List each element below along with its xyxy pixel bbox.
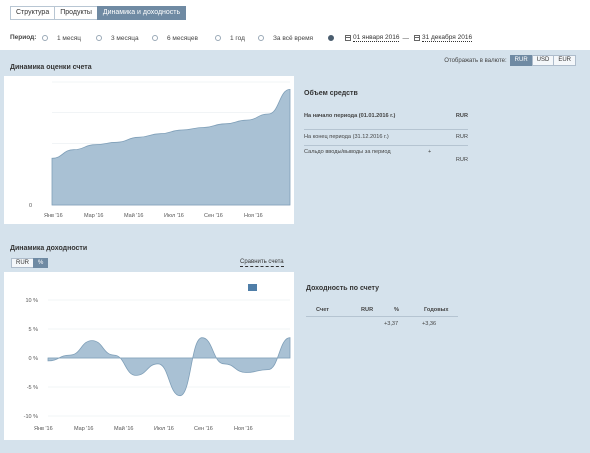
calendar-icon[interactable]	[345, 35, 351, 41]
yield-col-rur: RUR	[361, 307, 374, 313]
period-option-1-month[interactable]: 1 месяц	[42, 33, 81, 43]
radio-icon[interactable]	[152, 35, 158, 41]
value-month-label: Июл '16	[164, 213, 184, 219]
assets-row-start: На начало периода (01.01.2016 г.) RUR	[304, 113, 468, 119]
tab-structure[interactable]: Структура	[10, 6, 56, 20]
value-chart-title: Динамика оценки счета	[10, 64, 92, 71]
period-option-1-year[interactable]: 1 год	[215, 33, 245, 43]
yield-col-annual: Годовых	[424, 307, 449, 313]
yield-month-label: Июл '16	[154, 426, 174, 432]
yield-col-percent: %	[394, 307, 399, 313]
yield-chart: 10 % 5 % 0 % -5 % -10 % Янв '16 Мар '16 Май '1…	[4, 272, 294, 440]
yield-chart-svg: 10 % 5 % 0 % -5 % -10 % Янв '16 Мар '16 Май '1…	[24, 284, 291, 432]
date-range: 01 января 2016 — 31 декабря 2016	[343, 34, 473, 42]
period-selector: Период: 1 месяц 3 месяца 6 месяцев 1 год…	[10, 33, 490, 43]
yield-y-tick-label: 10 %	[25, 298, 38, 304]
value-month-label: Янв '16	[44, 213, 63, 219]
value-month-label: Ноя '16	[244, 213, 263, 219]
radio-icon[interactable]	[215, 35, 221, 41]
legend-swatch	[248, 284, 257, 291]
tab-dynamics-yield[interactable]: Динамика и доходность	[96, 6, 187, 20]
value-month-label: Сен '16	[204, 213, 223, 219]
date-to-link[interactable]: 31 декабря 2016	[421, 34, 473, 42]
yield-month-label: Ноя '16	[234, 426, 253, 432]
assets-row-end: На конец периода (31.12.2016 г.) RUR	[304, 134, 468, 140]
yield-y-tick-label: -10 %	[24, 414, 38, 420]
yield-y-tick-label: 5 %	[29, 327, 39, 333]
divider	[304, 145, 468, 146]
value-month-label: Мар '16	[84, 213, 103, 219]
tab-bar: Структура Продукты Динамика и доходность	[10, 6, 187, 20]
yield-table-title: Доходность по счету	[306, 285, 380, 292]
currency-switch: Отображать в валюте: RUR USD EUR	[444, 55, 576, 66]
yield-rur-button[interactable]: RUR	[11, 258, 34, 268]
yield-col-account: Счет	[316, 307, 329, 313]
yield-unit-toggle: RUR %	[11, 258, 49, 268]
assets-title: Объем средств	[304, 90, 358, 97]
date-from-link[interactable]: 01 января 2016	[353, 34, 400, 42]
divider	[304, 129, 468, 130]
assets-row-balance: Сальдо вводы/выводы за период + RUR	[304, 149, 468, 163]
yield-y-tick-label: 0 %	[29, 356, 39, 362]
calendar-icon[interactable]	[413, 35, 420, 41]
yield-month-label: Мар '16	[74, 426, 93, 432]
period-option-3-months[interactable]: 3 месяца	[96, 33, 139, 43]
value-zero-label: 0	[29, 203, 32, 209]
yield-month-label: Сен '16	[194, 426, 213, 432]
date-range-dash: —	[402, 34, 409, 42]
compare-accounts-link[interactable]: Сравнить счета	[240, 259, 284, 267]
value-month-label: Май '16	[124, 212, 143, 219]
period-option-6-months[interactable]: 6 месяцев	[152, 33, 198, 43]
tab-products[interactable]: Продукты	[54, 6, 98, 20]
radio-icon[interactable]	[328, 35, 334, 41]
yield-y-tick-label: -5 %	[27, 385, 38, 391]
radio-icon[interactable]	[258, 35, 264, 41]
yield-table: Счет RUR % Годовых +3,37 +3,36	[306, 307, 466, 331]
period-option-all-time[interactable]: За всё время	[258, 33, 313, 43]
value-chart-svg: 0 Янв '16 Мар '16 Май '16 Июл '16 Сен '16 Ноя…	[29, 81, 291, 219]
value-area	[51, 88, 291, 206]
yield-value-annual: +3,36	[422, 321, 437, 327]
radio-icon[interactable]	[42, 35, 48, 41]
yield-month-label: Май '16	[114, 425, 133, 432]
currency-usd-button[interactable]: USD	[531, 55, 555, 66]
currency-eur-button[interactable]: EUR	[553, 55, 576, 66]
value-chart: 0 Янв '16 Мар '16 Май '16 Июл '16 Сен '16 Ноя…	[4, 76, 294, 224]
yield-percent-button[interactable]: %	[33, 258, 49, 268]
divider	[306, 316, 458, 317]
currency-rur-button[interactable]: RUR	[509, 55, 533, 66]
radio-icon[interactable]	[96, 35, 102, 41]
yield-month-label: Янв '16	[34, 426, 53, 432]
currency-label: Отображать в валюте:	[444, 57, 507, 64]
period-option-custom[interactable]: 01 января 2016 — 31 декабря 2016	[328, 33, 473, 43]
period-label: Период:	[10, 34, 37, 41]
yield-chart-title: Динамика доходности	[10, 245, 88, 252]
yield-value-percent: +3,37	[384, 321, 399, 327]
